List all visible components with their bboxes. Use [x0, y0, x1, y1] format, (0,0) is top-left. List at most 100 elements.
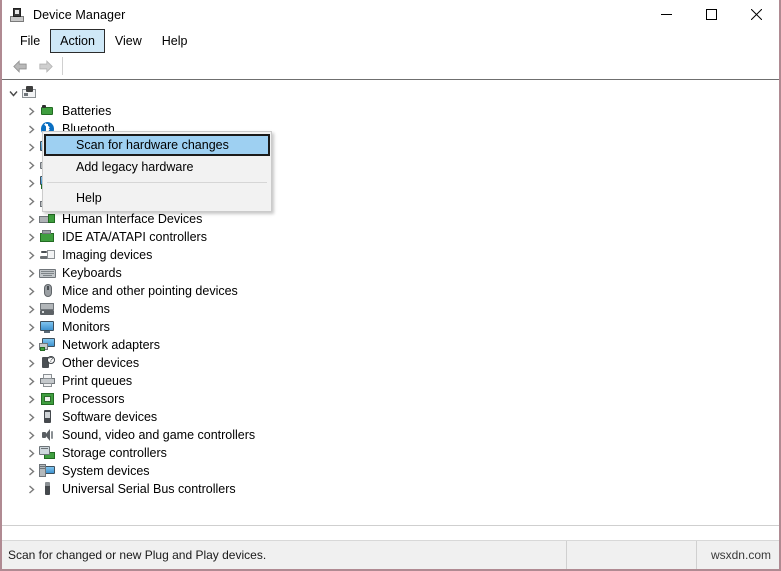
chevron-right-icon[interactable]	[24, 484, 39, 494]
chevron-right-icon[interactable]	[24, 358, 39, 368]
tree-row[interactable]: Monitors	[2, 318, 779, 336]
content-bottom-strip	[2, 525, 779, 541]
chevron-right-icon[interactable]	[24, 466, 39, 476]
ide-controller-icon	[39, 229, 56, 245]
tree-item-label: Other devices	[62, 356, 140, 370]
monitor-icon	[39, 319, 56, 335]
window-controls	[644, 0, 779, 29]
maximize-button[interactable]	[689, 0, 734, 29]
device-manager-icon	[9, 7, 25, 23]
mouse-icon	[39, 283, 56, 299]
chevron-right-icon[interactable]	[24, 142, 39, 152]
tree-row[interactable]: ? Other devices	[2, 354, 779, 372]
tree-item-label: System devices	[62, 464, 150, 478]
menu-help[interactable]: Help	[152, 29, 198, 53]
tree-row[interactable]: Software devices	[2, 408, 779, 426]
tree-row[interactable]: System devices	[2, 462, 779, 480]
chevron-right-icon[interactable]	[24, 322, 39, 332]
menu-item-add-legacy-hardware[interactable]: Add legacy hardware	[44, 156, 270, 178]
tree-item-label: Human Interface Devices	[62, 212, 203, 226]
tree-row[interactable]: Keyboards	[2, 264, 779, 282]
tree-item-label: Mice and other pointing devices	[62, 284, 238, 298]
tree-item-label: Software devices	[62, 410, 158, 424]
tree-item-label: Print queues	[62, 374, 133, 388]
tree-row[interactable]: Network adapters	[2, 336, 779, 354]
tree-item-label: IDE ATA/ATAPI controllers	[62, 230, 207, 244]
computer-root-icon	[21, 85, 38, 101]
tree-row[interactable]: Processors	[2, 390, 779, 408]
device-manager-window: Device Manager File Action View Help Bat…	[0, 0, 781, 571]
chevron-right-icon[interactable]	[24, 430, 39, 440]
menu-action[interactable]: Action	[50, 29, 105, 53]
menu-view[interactable]: View	[105, 29, 152, 53]
usb-icon	[39, 481, 56, 497]
tree-row[interactable]: Human Interface Devices	[2, 210, 779, 228]
storage-controller-icon	[39, 445, 56, 461]
status-watermark-pane: wsxdn.com	[697, 541, 779, 569]
action-dropdown-menu[interactable]: Scan for hardware changes Add legacy har…	[42, 131, 272, 212]
tree-item-label: Imaging devices	[62, 248, 153, 262]
menu-item-help[interactable]: Help	[44, 187, 270, 209]
tree-row[interactable]: Universal Serial Bus controllers	[2, 480, 779, 498]
chevron-right-icon[interactable]	[24, 124, 39, 134]
tree-row[interactable]: Print queues	[2, 372, 779, 390]
toolbar-separator	[62, 57, 63, 75]
menu-file[interactable]: File	[10, 29, 50, 53]
chevron-right-icon[interactable]	[24, 160, 39, 170]
hid-icon	[39, 211, 56, 227]
sound-icon	[39, 427, 56, 443]
menu-item-scan-for-hardware-changes[interactable]: Scan for hardware changes	[44, 134, 270, 156]
tree-item-label: Keyboards	[62, 266, 122, 280]
minimize-icon	[661, 14, 672, 15]
chevron-right-icon[interactable]	[24, 286, 39, 296]
tree-row-root[interactable]	[2, 84, 779, 102]
chevron-right-icon[interactable]	[24, 214, 39, 224]
tree-row[interactable]: Mice and other pointing devices	[2, 282, 779, 300]
tree-row[interactable]: Storage controllers	[2, 444, 779, 462]
minimize-button[interactable]	[644, 0, 689, 29]
back-button[interactable]	[7, 55, 33, 77]
tree-item-label: Batteries	[62, 104, 112, 118]
network-adapter-icon	[39, 337, 56, 353]
keyboard-icon	[39, 265, 56, 281]
window-title: Device Manager	[33, 7, 126, 22]
arrow-right-icon	[39, 59, 53, 73]
chevron-right-icon[interactable]	[24, 106, 39, 116]
close-icon	[751, 9, 762, 20]
software-device-icon	[39, 409, 56, 425]
chevron-right-icon[interactable]	[24, 412, 39, 422]
other-device-icon: ?	[39, 355, 56, 371]
processor-icon	[39, 391, 56, 407]
tree-row[interactable]: Sound, video and game controllers	[2, 426, 779, 444]
status-message-pane: Scan for changed or new Plug and Play de…	[2, 541, 567, 569]
close-button[interactable]	[734, 0, 779, 29]
chevron-down-icon[interactable]	[6, 89, 21, 98]
chevron-right-icon[interactable]	[24, 394, 39, 404]
chevron-right-icon[interactable]	[24, 196, 39, 206]
printer-icon	[39, 373, 56, 389]
chevron-right-icon[interactable]	[24, 340, 39, 350]
chevron-right-icon[interactable]	[24, 178, 39, 188]
tree-item-label: Sound, video and game controllers	[62, 428, 256, 442]
battery-icon	[39, 103, 56, 119]
chevron-right-icon[interactable]	[24, 232, 39, 242]
forward-button[interactable]	[33, 55, 59, 77]
tree-row[interactable]: Imaging devices	[2, 246, 779, 264]
tree-row[interactable]: IDE ATA/ATAPI controllers	[2, 228, 779, 246]
modem-icon	[39, 301, 56, 317]
chevron-right-icon[interactable]	[24, 448, 39, 458]
arrow-left-icon	[13, 59, 27, 73]
maximize-icon	[706, 9, 717, 20]
tree-item-label: Network adapters	[62, 338, 160, 352]
tree-item-label: Storage controllers	[62, 446, 167, 460]
chevron-right-icon[interactable]	[24, 250, 39, 260]
imaging-device-icon	[39, 247, 56, 263]
titlebar: Device Manager	[2, 0, 779, 29]
tree-row[interactable]: Modems	[2, 300, 779, 318]
toolbar	[2, 53, 779, 80]
device-tree-panel[interactable]: BatteriesBluetoothComputerDisk drivesDis…	[2, 80, 779, 526]
chevron-right-icon[interactable]	[24, 376, 39, 386]
tree-row[interactable]: Batteries	[2, 102, 779, 120]
chevron-right-icon[interactable]	[24, 304, 39, 314]
chevron-right-icon[interactable]	[24, 268, 39, 278]
